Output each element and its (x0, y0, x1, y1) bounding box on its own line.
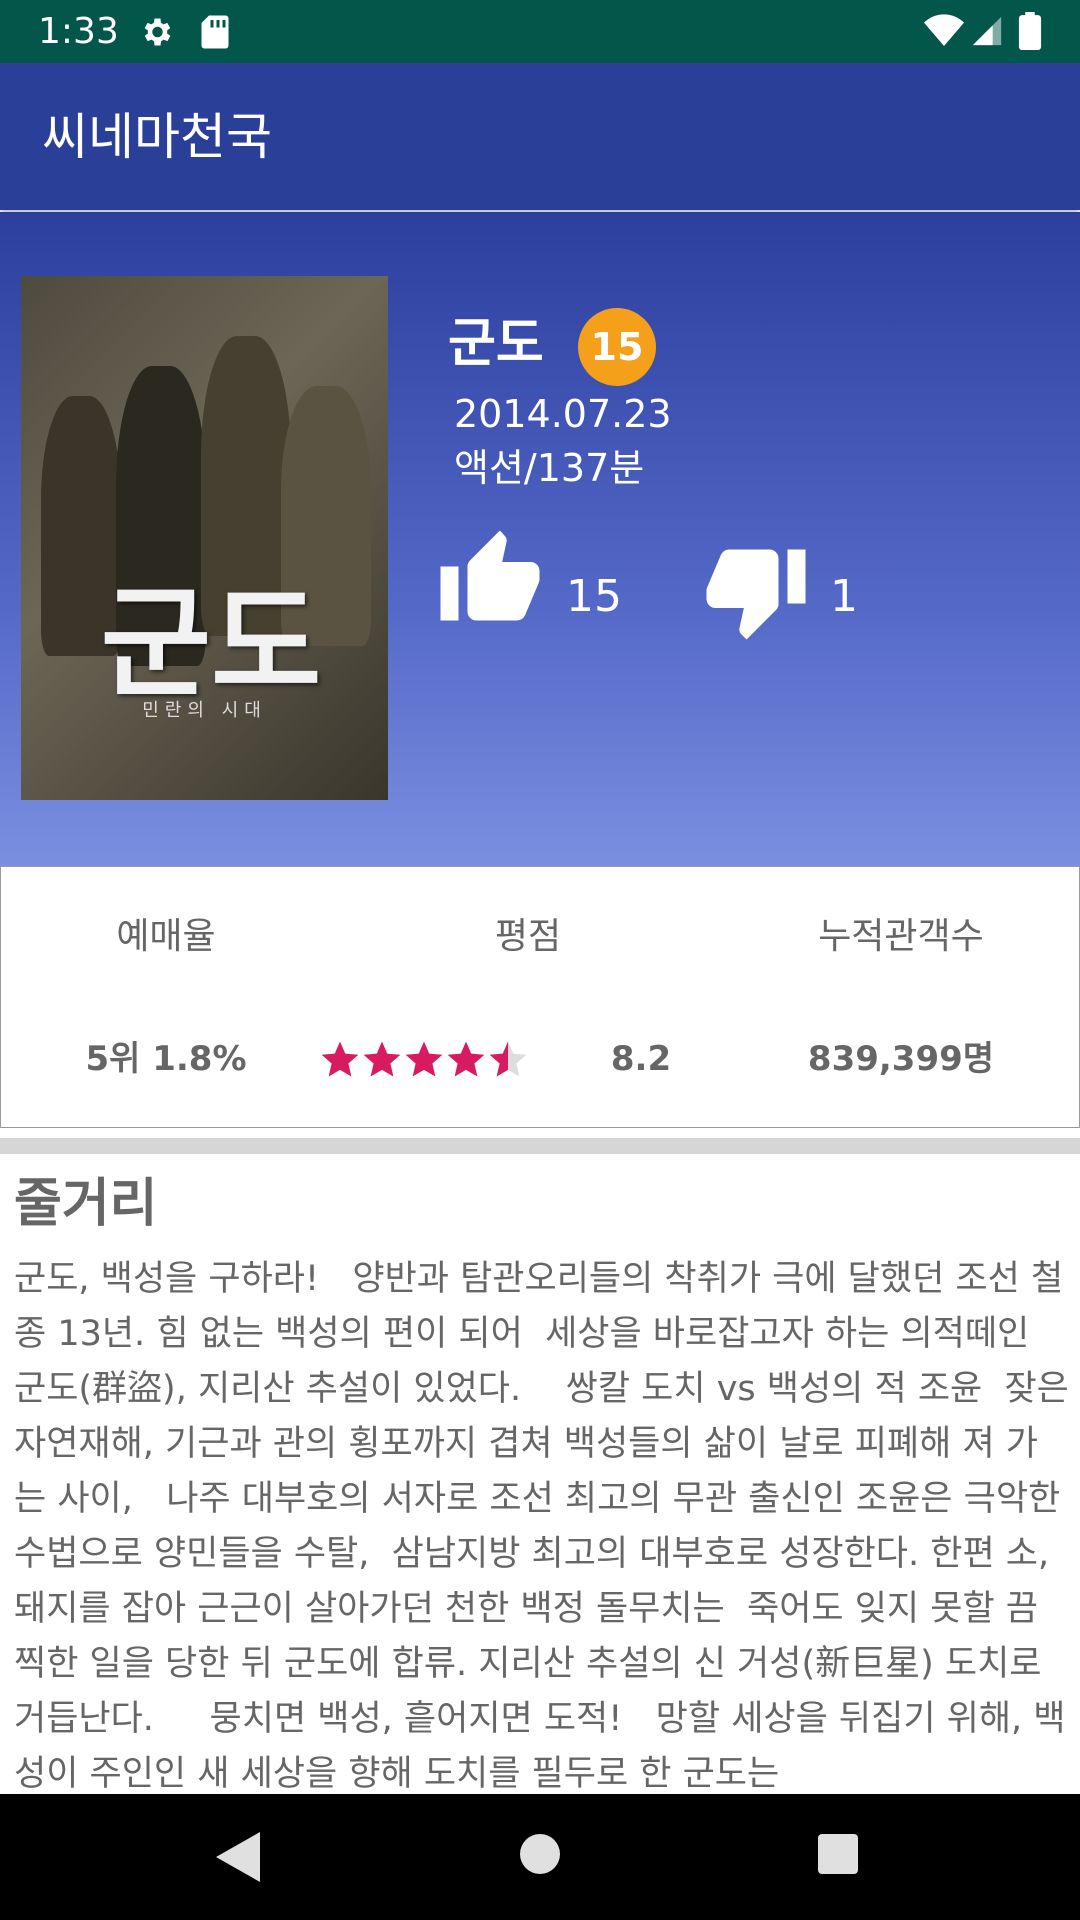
star-icon (405, 1041, 443, 1077)
reservation-value: 5위 1.8% (85, 1039, 247, 1079)
poster-subtitle: 민란의 시대 (142, 700, 267, 721)
audience-label: 누적관객수 (818, 916, 984, 957)
movie-header: 군도 민란의 시대 군도 15 2014.07.23 액션/137분 15 1 (0, 212, 1080, 866)
app-title: 씨네마천국 (42, 108, 272, 166)
signal-icon (972, 16, 1002, 46)
like-count: 15 (566, 571, 622, 622)
half-star-icon (489, 1041, 527, 1077)
star-rating (319, 1037, 529, 1081)
back-icon[interactable] (216, 1832, 260, 1882)
movie-title: 군도 (448, 314, 544, 374)
stats-panel: 예매율 평점 누적관객수 5위 1.8% 8.2 839,399명 (0, 866, 1080, 1128)
rating-label: 평점 (494, 916, 562, 957)
navigation-bar (0, 1794, 1080, 1920)
gear-icon (144, 18, 171, 46)
genre-duration: 액션/137분 (454, 446, 645, 490)
wifi-icon (924, 14, 964, 46)
synopsis-text: 군도, 백성을 구하라! 양반과 탐관오리들의 착취가 극에 달했던 조선 철종… (14, 1259, 1069, 1792)
age-rating-badge: 15 (578, 308, 656, 386)
star-icon (447, 1041, 485, 1077)
release-date: 2014.07.23 (454, 392, 672, 436)
star-icon (363, 1041, 401, 1077)
movie-poster: 군도 민란의 시대 (21, 276, 388, 800)
sd-card-icon (201, 15, 229, 49)
status-bar: 1:33 (0, 0, 1080, 63)
thumbs-down-icon[interactable] (700, 536, 812, 644)
star-icon (321, 1041, 359, 1077)
dislike-count: 1 (830, 571, 858, 622)
synopsis-heading: 줄거리 (14, 1174, 158, 1234)
poster-title: 군도 (100, 573, 322, 714)
status-time: 1:33 (38, 11, 119, 52)
audience-value: 839,399명 (807, 1039, 995, 1079)
rating-value: 8.2 (610, 1039, 672, 1079)
recent-apps-icon[interactable] (818, 1834, 858, 1874)
home-icon[interactable] (520, 1834, 560, 1874)
app-bar: 씨네마천국 (0, 63, 1080, 210)
thumbs-up-icon[interactable] (434, 526, 546, 634)
battery-icon (1018, 12, 1042, 50)
section-divider (0, 1138, 1080, 1154)
reservation-label: 예매율 (116, 916, 216, 957)
